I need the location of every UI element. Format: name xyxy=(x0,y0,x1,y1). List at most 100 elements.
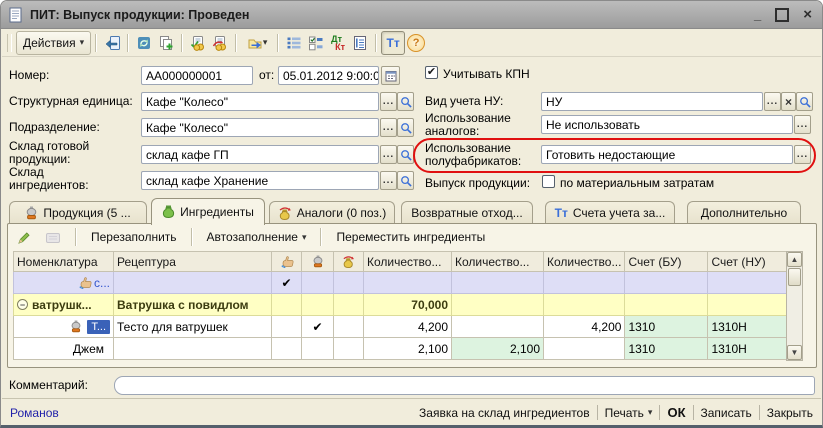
col-qty3[interactable]: Количество... xyxy=(544,252,625,272)
structural-unit-browse-button[interactable]: ... xyxy=(380,92,397,111)
maximize-button[interactable] xyxy=(775,8,789,22)
cell-account-nu[interactable] xyxy=(708,294,787,316)
cell-manual-flag[interactable] xyxy=(272,316,302,338)
date-field[interactable]: 05.01.2012 9:00:00 xyxy=(278,66,379,85)
cell-qty1[interactable]: 70,000 xyxy=(364,294,452,316)
department-browse-button[interactable]: ... xyxy=(380,118,397,137)
checklist-button[interactable] xyxy=(305,32,327,54)
cell-product-flag[interactable] xyxy=(302,272,334,294)
selected-cell[interactable]: Т... xyxy=(87,320,110,334)
cell-analog-flag[interactable] xyxy=(334,272,364,294)
cell-nomenclature[interactable]: − ватрушк... xyxy=(14,294,114,316)
cell-nomenclature[interactable]: Т... xyxy=(14,316,114,338)
cell-recipe[interactable]: Ватрушка с повидлом xyxy=(114,294,272,316)
unpost-document-button[interactable] xyxy=(209,32,231,54)
cell-account-bu[interactable]: 1310 xyxy=(625,316,708,338)
fg-warehouse-search-button[interactable] xyxy=(397,145,414,164)
filter-settings-button[interactable]: Тт xyxy=(381,31,405,55)
col-qty1[interactable]: Количество... xyxy=(364,252,452,272)
post-document-button[interactable] xyxy=(187,32,209,54)
tab-production[interactable]: Продукция (5 ... xyxy=(9,201,147,224)
fg-warehouse-field[interactable]: склад кафе ГП xyxy=(141,145,379,164)
title-bar[interactable]: ПИТ: Выпуск продукции: Проведен _ × xyxy=(1,1,822,29)
close-button[interactable]: × xyxy=(803,9,812,21)
calendar-button[interactable] xyxy=(381,66,400,85)
cell-nomenclature[interactable]: Джем xyxy=(14,338,114,360)
department-field[interactable]: Кафе "Колесо" xyxy=(141,118,379,137)
col-nomenclature[interactable]: Номенклатура xyxy=(14,252,114,272)
cell-qty3[interactable] xyxy=(544,272,625,294)
col-recipe[interactable]: Рецептура xyxy=(114,252,272,272)
cell-qty1[interactable]: 4,200 xyxy=(364,316,452,338)
cell-qty1[interactable]: 2,100 xyxy=(364,338,452,360)
close-form-button[interactable]: Закрыть xyxy=(767,406,813,420)
tab-accounts[interactable]: Тт Счета учета за... xyxy=(545,201,675,224)
col-manual[interactable] xyxy=(272,252,302,272)
ingr-warehouse-search-button[interactable] xyxy=(397,171,414,190)
cell-qty1[interactable] xyxy=(364,272,452,294)
cell-analog-flag[interactable] xyxy=(334,338,364,360)
cell-recipe[interactable]: Тесто для ватрушек xyxy=(114,316,272,338)
col-product[interactable] xyxy=(302,252,334,272)
cell-qty3[interactable]: 4,200 xyxy=(544,316,625,338)
warehouse-request-button[interactable]: Заявка на склад ингредиентов xyxy=(419,406,590,420)
kpn-checkbox[interactable]: ✔ xyxy=(425,66,438,79)
refresh-button[interactable] xyxy=(133,32,155,54)
nu-kind-field[interactable]: НУ xyxy=(541,92,763,111)
department-search-button[interactable] xyxy=(397,118,414,137)
col-account-bu[interactable]: Счет (БУ) xyxy=(625,252,708,272)
ingr-warehouse-field[interactable]: склад кафе Хранение xyxy=(141,171,379,190)
cell-recipe[interactable] xyxy=(114,338,272,360)
col-account-nu[interactable]: Счет (НУ) xyxy=(708,252,787,272)
scroll-thumb[interactable] xyxy=(788,268,801,286)
cell-account-bu[interactable] xyxy=(625,294,708,316)
analogs-usage-browse-button[interactable]: ... xyxy=(794,115,811,134)
structural-unit-search-button[interactable] xyxy=(397,92,414,111)
cell-qty2[interactable] xyxy=(452,316,544,338)
cell-account-nu[interactable]: 1310Н xyxy=(708,316,787,338)
tab-ingredients[interactable]: Ингредиенты xyxy=(151,198,265,225)
responsible-user-link[interactable]: Романов xyxy=(10,406,59,420)
nu-kind-browse-button[interactable]: ... xyxy=(764,92,781,111)
cell-manual-flag[interactable]: ✔ xyxy=(272,272,302,294)
cell-qty3[interactable] xyxy=(544,294,625,316)
structure-button[interactable] xyxy=(283,32,305,54)
tab-extra[interactable]: Дополнительно xyxy=(687,201,801,224)
cell-qty2[interactable] xyxy=(452,272,544,294)
autofill-button[interactable]: Автозаполнение ▾ xyxy=(203,228,311,246)
cell-analog-flag[interactable] xyxy=(334,294,364,316)
cell-analog-flag[interactable] xyxy=(334,316,364,338)
post-and-close-button[interactable] xyxy=(101,32,123,54)
vertical-scrollbar[interactable]: ▲ ▼ xyxy=(786,251,803,361)
tab-returns[interactable]: Возвратные отход... xyxy=(401,201,533,224)
nu-kind-search-button[interactable] xyxy=(796,92,813,111)
help-button[interactable]: ? xyxy=(405,32,427,54)
dtkt-postings-button[interactable]: ДтКт xyxy=(327,32,349,54)
cell-qty2[interactable] xyxy=(452,294,544,316)
cell-qty3[interactable] xyxy=(544,338,625,360)
cell-account-bu[interactable] xyxy=(625,272,708,294)
actions-button[interactable]: Действия ▾ xyxy=(16,31,91,55)
cell-recipe[interactable] xyxy=(114,272,272,294)
cell-nomenclature[interactable]: с... xyxy=(14,272,114,294)
ok-button[interactable]: ОК xyxy=(667,405,685,420)
save-button[interactable]: Записать xyxy=(701,406,752,420)
fg-warehouse-browse-button[interactable]: ... xyxy=(380,145,397,164)
output-checkbox[interactable] xyxy=(542,175,555,188)
cell-product-flag[interactable] xyxy=(302,294,334,316)
cell-qty2[interactable]: 2,100 xyxy=(452,338,544,360)
copy-button[interactable] xyxy=(155,32,177,54)
scroll-down-button[interactable]: ▼ xyxy=(787,345,802,360)
cell-manual-flag[interactable] xyxy=(272,338,302,360)
cell-manual-flag[interactable] xyxy=(272,294,302,316)
collapse-icon[interactable]: − xyxy=(17,299,28,310)
edit-row-button[interactable] xyxy=(12,228,35,247)
cell-account-nu[interactable] xyxy=(708,272,787,294)
ingr-warehouse-browse-button[interactable]: ... xyxy=(380,171,397,190)
structural-unit-field[interactable]: Кафе "Колесо" xyxy=(141,92,379,111)
print-button[interactable]: Печать ▾ xyxy=(605,406,653,420)
report-button[interactable] xyxy=(349,32,371,54)
cell-account-nu[interactable]: 1310Н xyxy=(708,338,787,360)
analogs-usage-field[interactable]: Не использовать xyxy=(541,115,793,134)
number-field[interactable]: АА000000001 xyxy=(141,66,253,85)
